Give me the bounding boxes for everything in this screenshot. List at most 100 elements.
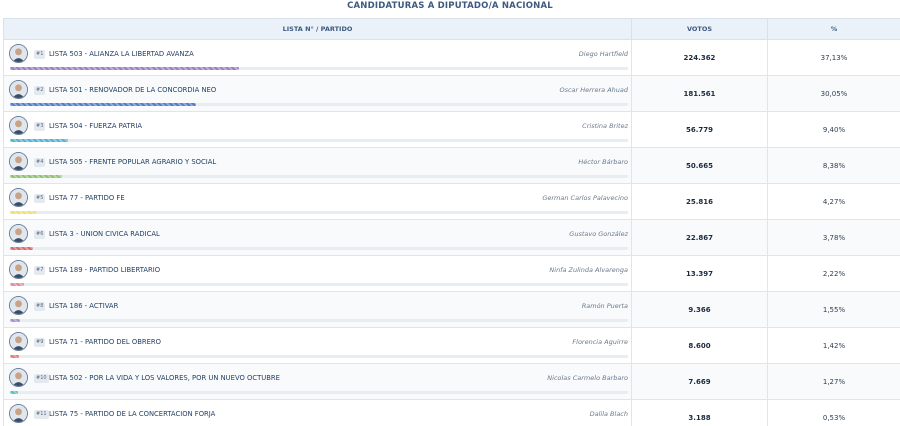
- candidate-avatar-icon: [9, 260, 28, 279]
- rank-badge: #6: [34, 230, 46, 239]
- column-header-votes[interactable]: VOTOS: [631, 18, 768, 40]
- list-cell: #1 LISTA 503 - ALIANZA LA LIBERTAD AVANZ…: [3, 39, 632, 76]
- table-row[interactable]: #4 LISTA 505 - FRENTE POPULAR AGRARIO Y …: [3, 147, 900, 184]
- percentage-cell: 8,38%: [767, 147, 900, 184]
- candidate-avatar-icon: [9, 332, 28, 351]
- party-name: LISTA 189 - PARTIDO LIBERTARIO: [49, 266, 161, 274]
- list-cell: #3 LISTA 504 - FUERZA PATRIA Cristina Br…: [3, 111, 632, 148]
- table-row[interactable]: #7 LISTA 189 - PARTIDO LIBERTARIO Ninfa …: [3, 255, 900, 292]
- candidate-name: Gustavo González: [569, 230, 628, 238]
- candidate-avatar-icon: [9, 152, 28, 171]
- votes-cell: 13.397: [631, 255, 768, 292]
- candidate-name: Oscar Herrera Ahuad: [559, 86, 628, 94]
- candidate-name: Héctor Bárbaro: [578, 158, 628, 166]
- rank-badge: #4: [34, 158, 46, 167]
- candidate-avatar-icon: [9, 224, 28, 243]
- votes-cell: 9.366: [631, 291, 768, 328]
- list-cell: #7 LISTA 189 - PARTIDO LIBERTARIO Ninfa …: [3, 255, 632, 292]
- candidate-name: Ramón Puerta: [581, 302, 628, 310]
- percentage-cell: 30,05%: [767, 75, 900, 112]
- party-name: LISTA 502 - POR LA VIDA Y LOS VALORES, P…: [49, 374, 280, 382]
- vote-share-bar: [10, 391, 18, 394]
- party-name: LISTA 504 - FUERZA PATRIA: [49, 122, 142, 130]
- candidate-name: Florencia Aguirre: [572, 338, 628, 346]
- percentage-cell: 1,55%: [767, 291, 900, 328]
- table-row[interactable]: #9 LISTA 71 - PARTIDO DEL OBRERO Florenc…: [3, 327, 900, 364]
- candidate-avatar-icon: [9, 368, 28, 387]
- candidate-avatar-icon: [9, 116, 28, 135]
- candidate-name: Ninfa Zulinda Alvarenga: [549, 266, 628, 274]
- vote-share-track: [10, 175, 628, 178]
- table-row[interactable]: #1 LISTA 503 - ALIANZA LA LIBERTAD AVANZ…: [3, 39, 900, 76]
- rank-badge: #5: [34, 194, 46, 203]
- vote-share-bar: [10, 103, 196, 106]
- candidate-name: Cristina Britez: [582, 122, 628, 130]
- votes-cell: 3.188: [631, 399, 768, 426]
- rank-badge: #11: [34, 410, 49, 419]
- candidate-name: Diego Hartfield: [578, 50, 628, 58]
- rank-badge: #9: [34, 338, 46, 347]
- percentage-cell: 9,40%: [767, 111, 900, 148]
- rank-badge: #7: [34, 266, 46, 275]
- party-name: LISTA 501 - RENOVADOR DE LA CONCORDIA NE…: [49, 86, 217, 94]
- table-row[interactable]: #2 LISTA 501 - RENOVADOR DE LA CONCORDIA…: [3, 75, 900, 112]
- votes-cell: 50.665: [631, 147, 768, 184]
- party-name: LISTA 503 - ALIANZA LA LIBERTAD AVANZA: [49, 50, 194, 58]
- column-header-list[interactable]: LISTA N° / PARTIDO: [3, 18, 632, 40]
- votes-cell: 224.362: [631, 39, 768, 76]
- candidate-avatar-icon: [9, 404, 28, 423]
- vote-share-bar: [10, 139, 69, 142]
- rank-badge: #10: [34, 374, 49, 383]
- list-cell: #8 LISTA 186 - ACTIVAR Ramón Puerta: [3, 291, 632, 328]
- table-row[interactable]: #5 LISTA 77 - PARTIDO FE German Carlos P…: [3, 183, 900, 220]
- party-name: LISTA 505 - FRENTE POPULAR AGRARIO Y SOC…: [49, 158, 217, 166]
- vote-share-bar: [10, 67, 240, 70]
- vote-share-track: [10, 247, 628, 250]
- votes-cell: 25.816: [631, 183, 768, 220]
- percentage-cell: 0,53%: [767, 399, 900, 426]
- vote-share-bar: [10, 211, 37, 214]
- table-header-row: LISTA N° / PARTIDO VOTOS %: [3, 18, 900, 40]
- candidate-avatar-icon: [9, 188, 28, 207]
- percentage-cell: 4,27%: [767, 183, 900, 220]
- vote-share-track: [10, 211, 628, 214]
- rank-badge: #3: [34, 122, 46, 131]
- party-name: LISTA 77 - PARTIDO FE: [49, 194, 125, 202]
- table-row[interactable]: #10 LISTA 502 - POR LA VIDA Y LOS VALORE…: [3, 363, 900, 400]
- percentage-cell: 1,42%: [767, 327, 900, 364]
- table-row[interactable]: #3 LISTA 504 - FUERZA PATRIA Cristina Br…: [3, 111, 900, 148]
- column-header-pct[interactable]: %: [767, 18, 900, 40]
- rank-badge: #8: [34, 302, 46, 311]
- page-title: CANDIDATURAS A DIPUTADO/A NACIONAL: [347, 1, 553, 11]
- vote-share-bar: [10, 319, 20, 322]
- vote-share-bar: [10, 283, 24, 286]
- percentage-cell: 3,78%: [767, 219, 900, 256]
- percentage-cell: 37,13%: [767, 39, 900, 76]
- vote-share-track: [10, 103, 628, 106]
- candidate-avatar-icon: [9, 44, 28, 63]
- vote-share-bar: [10, 175, 62, 178]
- table-row[interactable]: #8 LISTA 186 - ACTIVAR Ramón Puerta 9.36…: [3, 291, 900, 328]
- results-table: LISTA N° / PARTIDO VOTOS % #1 LISTA 503 …: [3, 18, 900, 426]
- votes-cell: 22.867: [631, 219, 768, 256]
- list-cell: #6 LISTA 3 - UNION CIVICA RADICAL Gustav…: [3, 219, 632, 256]
- party-name: LISTA 3 - UNION CIVICA RADICAL: [49, 230, 160, 238]
- percentage-cell: 1,27%: [767, 363, 900, 400]
- table-row[interactable]: #6 LISTA 3 - UNION CIVICA RADICAL Gustav…: [3, 219, 900, 256]
- candidate-avatar-icon: [9, 296, 28, 315]
- vote-share-bar: [10, 355, 19, 358]
- vote-share-track: [10, 139, 628, 142]
- table-row[interactable]: #11 LISTA 75 - PARTIDO DE LA CONCERTACIO…: [3, 399, 900, 426]
- list-cell: #9 LISTA 71 - PARTIDO DEL OBRERO Florenc…: [3, 327, 632, 364]
- vote-share-track: [10, 391, 628, 394]
- list-cell: #4 LISTA 505 - FRENTE POPULAR AGRARIO Y …: [3, 147, 632, 184]
- list-cell: #2 LISTA 501 - RENOVADOR DE LA CONCORDIA…: [3, 75, 632, 112]
- vote-share-track: [10, 67, 628, 70]
- votes-cell: 7.669: [631, 363, 768, 400]
- list-cell: #5 LISTA 77 - PARTIDO FE German Carlos P…: [3, 183, 632, 220]
- party-name: LISTA 71 - PARTIDO DEL OBRERO: [49, 338, 161, 346]
- votes-cell: 8.600: [631, 327, 768, 364]
- list-cell: #11 LISTA 75 - PARTIDO DE LA CONCERTACIO…: [3, 399, 632, 426]
- vote-share-bar: [10, 247, 34, 250]
- percentage-cell: 2,22%: [767, 255, 900, 292]
